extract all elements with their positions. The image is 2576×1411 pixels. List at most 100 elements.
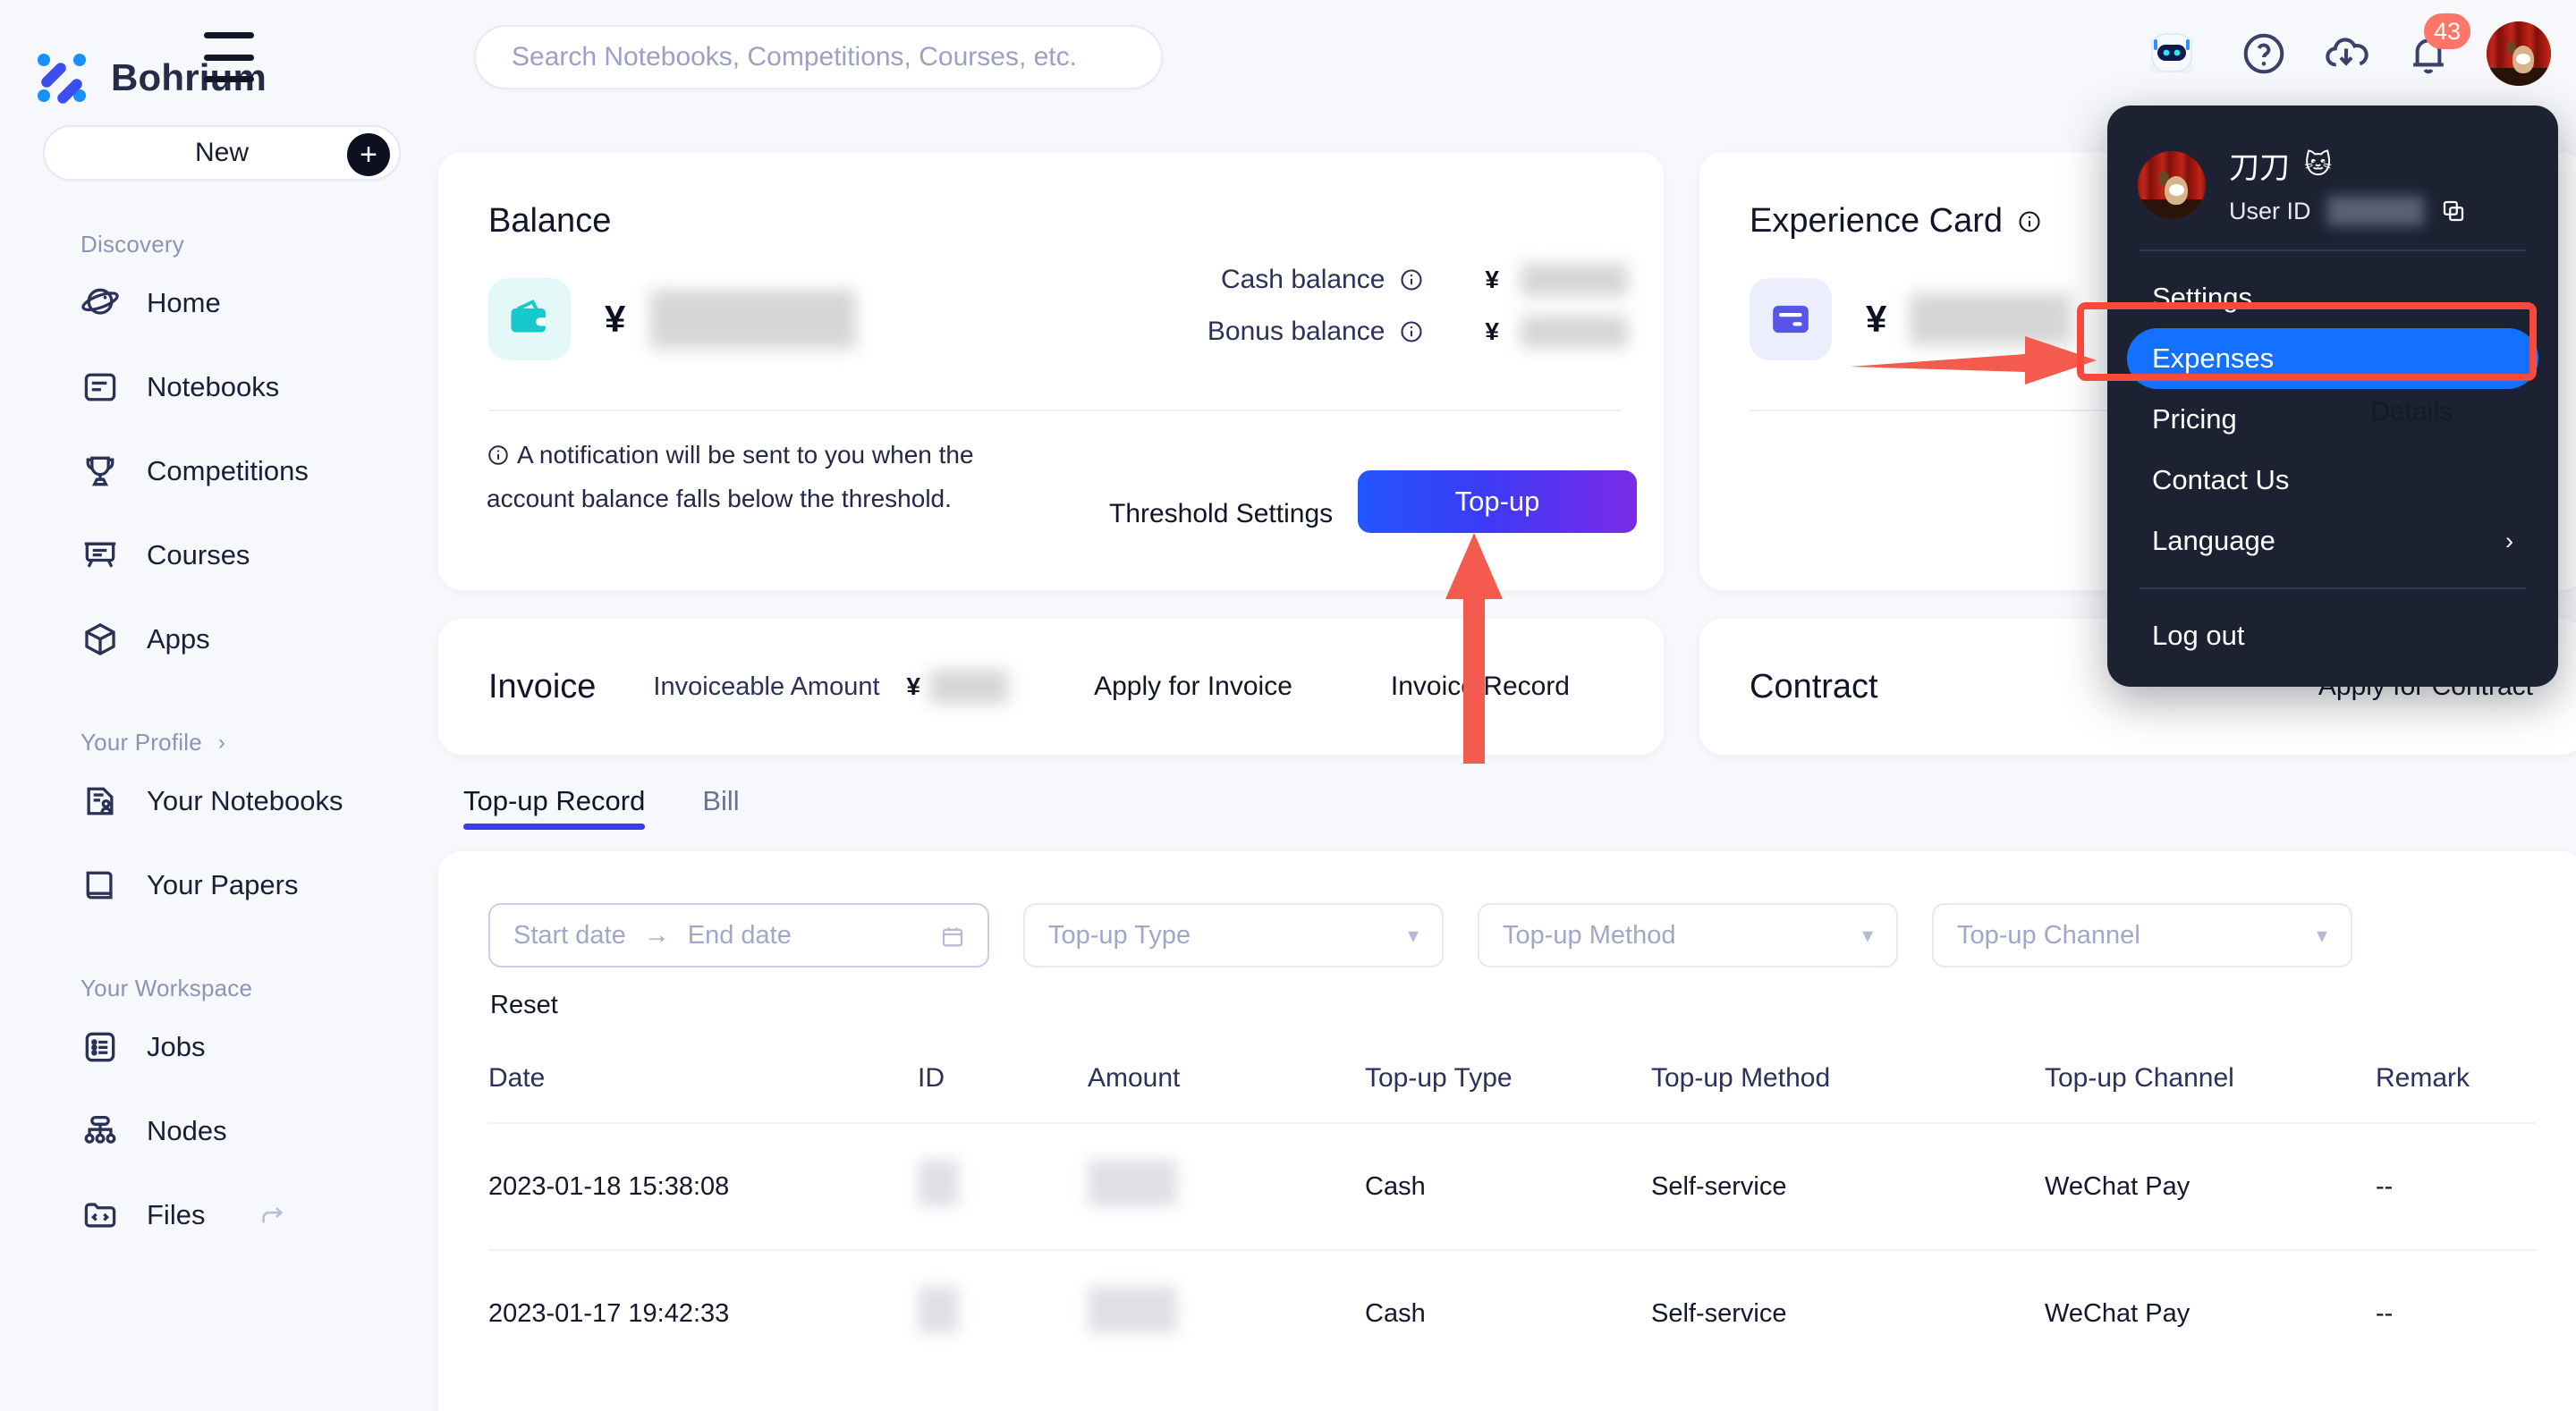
download-cloud-icon[interactable] <box>2322 30 2370 78</box>
sidebar-item-files[interactable]: Files <box>0 1176 436 1255</box>
bonus-balance-label: Bonus balance <box>1207 317 1385 346</box>
topup-channel-select[interactable]: Top-up Channel ▾ <box>1932 903 2352 967</box>
calendar-icon[interactable] <box>939 923 966 951</box>
cell-id <box>918 1249 1088 1376</box>
user-menu-header: 刀刀 🐱 User ID <box>2107 106 2558 226</box>
list-icon <box>80 1027 120 1067</box>
topup-method-select[interactable]: Top-up Method ▾ <box>1478 903 1898 967</box>
share-icon[interactable] <box>258 1200 289 1230</box>
sidebar-item-your-papers[interactable]: Your Papers <box>0 846 436 925</box>
info-icon[interactable] <box>2017 209 2042 234</box>
menu-bar-3 <box>204 76 254 82</box>
cell-topup-channel: WeChat Pay <box>2045 1249 2376 1376</box>
info-icon[interactable] <box>1399 319 1424 344</box>
sidebar-item-courses[interactable]: Courses <box>0 516 436 595</box>
balance-header: Balance <box>438 152 1664 241</box>
user-menu-dropdown: 刀刀 🐱 User ID Settings Expenses Pricing C… <box>2107 106 2558 687</box>
user-name-row: 刀刀 🐱 <box>2229 143 2467 187</box>
bell-icon[interactable]: 43 <box>2404 13 2470 78</box>
cell-topup-channel: WeChat Pay <box>2045 1122 2376 1250</box>
help-icon[interactable] <box>2240 30 2288 78</box>
sidebar-item-notebooks[interactable]: Notebooks <box>0 348 436 427</box>
plus-icon[interactable]: + <box>347 133 390 176</box>
reset-button[interactable]: Reset <box>438 967 2576 1020</box>
user-menu-items: Settings Expenses Pricing Contact Us Lan… <box>2107 251 2558 571</box>
topup-type-select[interactable]: Top-up Type ▾ <box>1023 903 1444 967</box>
sidebar-item-nodes-label: Nodes <box>147 1115 227 1146</box>
notebook-icon <box>80 368 120 407</box>
chevron-down-icon: ▾ <box>1861 923 1873 948</box>
sidebar-item-jobs-label: Jobs <box>147 1031 206 1062</box>
menu-bar-2 <box>204 54 254 61</box>
new-button-label: New <box>194 138 249 167</box>
topup-button[interactable]: Top-up <box>1358 470 1637 533</box>
sidebar-item-your-papers-label: Your Papers <box>147 869 299 900</box>
menu-item-settings[interactable]: Settings <box>2127 267 2538 328</box>
table-row[interactable]: 2023-01-17 19:42:33 Cash Self-service We… <box>488 1249 2537 1376</box>
trophy-icon <box>80 452 120 491</box>
user-id-row: User ID <box>2229 196 2467 226</box>
search-placeholder: Search Notebooks, Competitions, Courses,… <box>512 42 1077 72</box>
section-your-profile[interactable]: Your Profile › <box>0 679 436 756</box>
sidebar-item-competitions[interactable]: Competitions <box>0 432 436 511</box>
menu-item-contact-us[interactable]: Contact Us <box>2127 450 2538 511</box>
user-id-masked <box>2326 196 2424 226</box>
tab-topup-record[interactable]: Top-up Record <box>463 785 646 830</box>
sidebar-item-your-notebooks[interactable]: Your Notebooks <box>0 762 436 841</box>
contract-title: Contract <box>1750 667 1878 706</box>
cell-topup-type: Cash <box>1365 1122 1651 1250</box>
robot-icon[interactable] <box>2138 27 2206 80</box>
user-id-label: User ID <box>2229 197 2311 224</box>
user-name: 刀刀 <box>2229 151 2290 185</box>
records-table-card: Start date → End date Top-up Type ▾ Top-… <box>438 851 2576 1411</box>
copy-icon[interactable] <box>2440 198 2467 224</box>
menu-item-pricing[interactable]: Pricing <box>2127 389 2538 450</box>
invoice-record-link[interactable]: Invoice Record <box>1391 672 1570 702</box>
cell-id <box>918 1122 1088 1250</box>
end-date-input[interactable]: End date <box>688 921 792 951</box>
sidebar-item-apps[interactable]: Apps <box>0 600 436 679</box>
experience-title: Experience Card <box>1750 202 2004 240</box>
menu-item-expenses[interactable]: Expenses <box>2127 328 2538 389</box>
user-menu-footer: Log out <box>2107 589 2558 666</box>
col-id: ID <box>918 1063 945 1093</box>
avatar[interactable] <box>2487 21 2551 86</box>
sidebar-item-jobs[interactable]: Jobs <box>0 1008 436 1086</box>
nodes-icon <box>80 1111 120 1151</box>
menu-item-pricing-label: Pricing <box>2152 403 2237 435</box>
range-arrow-icon: → <box>643 920 670 950</box>
avatar-dog <box>2512 46 2535 73</box>
balance-currency: ¥ <box>605 298 626 340</box>
threshold-settings-link[interactable]: Threshold Settings <box>1109 499 1333 529</box>
info-icon[interactable] <box>1399 267 1424 292</box>
sidebar-item-notebooks-label: Notebooks <box>147 371 280 402</box>
topbar: Search Notebooks, Competitions, Courses,… <box>204 0 2576 113</box>
new-button[interactable]: New + <box>43 125 401 181</box>
menu-item-logout-label: Log out <box>2152 620 2245 651</box>
topup-type-placeholder: Top-up Type <box>1048 920 1191 950</box>
date-range-picker[interactable]: Start date → End date <box>488 903 989 967</box>
divider <box>488 410 1621 411</box>
sidebar-item-home[interactable]: Home <box>0 264 436 342</box>
cash-balance-currency: ¥ <box>1485 266 1499 293</box>
sidebar-item-competitions-label: Competitions <box>147 455 309 486</box>
balance-threshold-note-text: A notification will be sent to you when … <box>487 441 974 513</box>
cell-topup-type: Cash <box>1365 1249 1651 1376</box>
cell-date: 2023-01-17 19:42:33 <box>488 1249 918 1376</box>
avatar <box>2138 150 2206 219</box>
user-notebook-icon <box>80 782 120 821</box>
cell-amount <box>1088 1249 1365 1376</box>
menu-item-language[interactable]: Language › <box>2127 511 2538 571</box>
tab-bill[interactable]: Bill <box>702 785 739 830</box>
menu-toggle-button[interactable] <box>204 32 254 82</box>
table-row[interactable]: 2023-01-18 15:38:08 Cash Self-service We… <box>488 1122 2537 1250</box>
sidebar-item-your-notebooks-label: Your Notebooks <box>147 785 343 816</box>
balance-card: Balance ¥ Cash balance ¥ Bonus balance ¥… <box>438 152 1664 590</box>
menu-item-logout[interactable]: Log out <box>2127 605 2538 666</box>
sidebar-item-nodes[interactable]: Nodes <box>0 1092 436 1170</box>
menu-item-language-label: Language <box>2152 525 2275 556</box>
start-date-input[interactable]: Start date <box>513 921 626 951</box>
apply-for-invoice-link[interactable]: Apply for Invoice <box>1094 672 1292 702</box>
search-input[interactable]: Search Notebooks, Competitions, Courses,… <box>474 25 1163 89</box>
sidebar-item-files-label: Files <box>147 1199 206 1230</box>
